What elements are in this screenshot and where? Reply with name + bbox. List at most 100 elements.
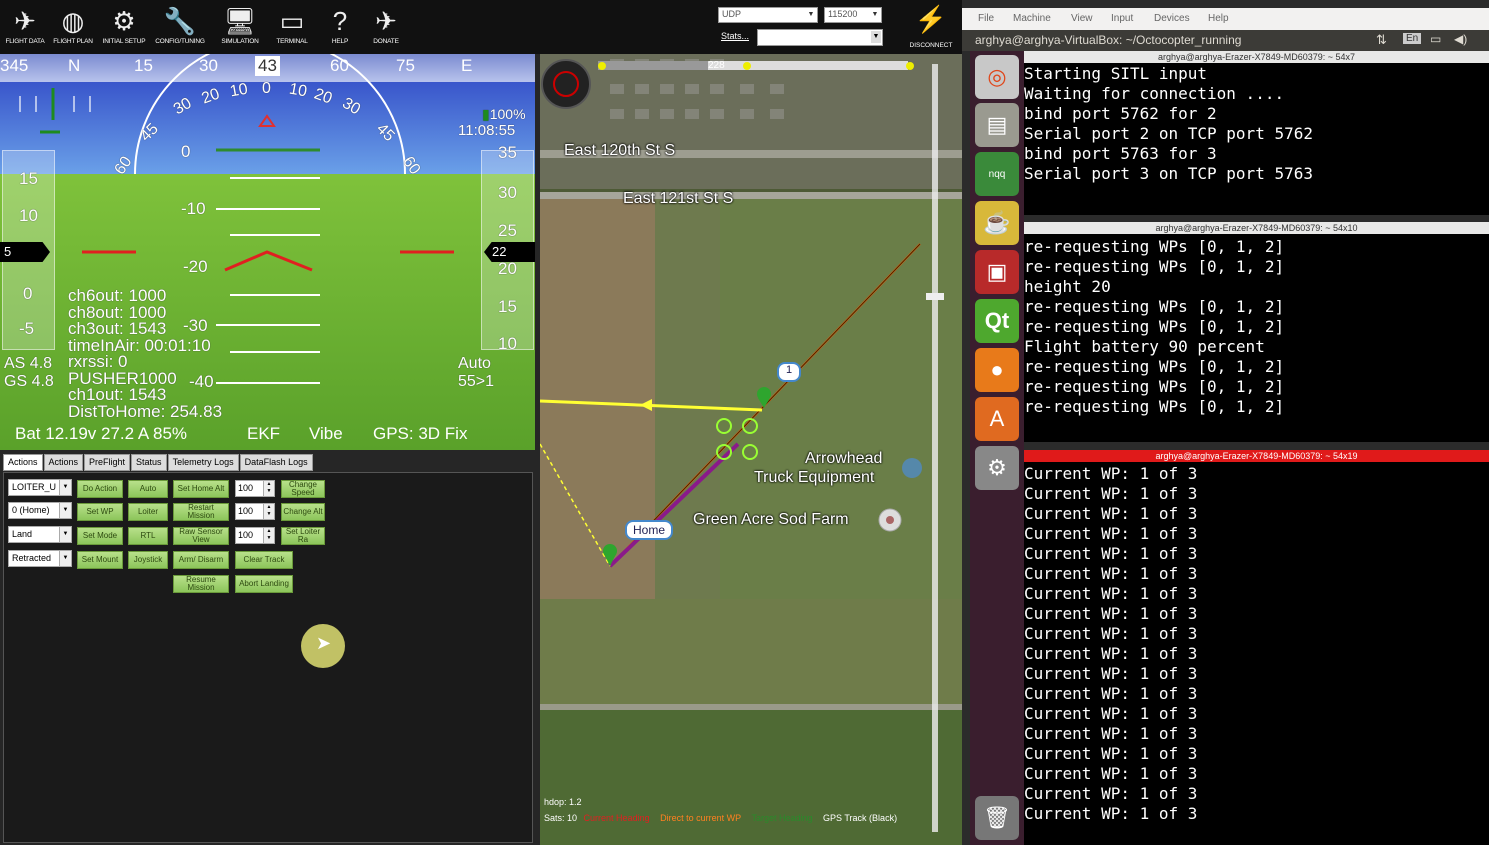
terminal-window-2[interactable]: arghya@arghya-Erazer-X7849-MD60379: ~ 54… — [1024, 222, 1489, 442]
auto-button[interactable]: Auto — [128, 480, 168, 498]
flight-data-button[interactable]: ✈ FLIGHT DATA — [0, 0, 50, 54]
menu-input[interactable]: Input — [1111, 13, 1133, 24]
flight-plan-button[interactable]: ◍ FLIGHT PLAN — [48, 0, 98, 54]
home-marker[interactable]: Home — [625, 520, 674, 540]
tab-status[interactable]: Status — [131, 454, 167, 471]
tab-actions-2[interactable]: Actions — [43, 454, 84, 471]
resume-mission-button[interactable]: Resume Mission — [173, 575, 229, 593]
change-speed-button[interactable]: Change Speed — [281, 480, 325, 498]
speed-readout: 5 — [0, 242, 50, 262]
terminal-line: re-requesting WPs [0, 1, 2] — [1024, 257, 1285, 276]
terminal-line: re-requesting WPs [0, 1, 2] — [1024, 397, 1285, 416]
menu-devices[interactable]: Devices — [1154, 13, 1190, 24]
globe-icon: ◍ — [61, 5, 85, 36]
tab-telemetry-logs[interactable]: Telemetry Logs — [167, 454, 239, 471]
stats-select[interactable]: ▼ — [757, 29, 883, 46]
donate-icon: ✈ — [375, 5, 397, 36]
files-icon[interactable]: ▤ — [975, 103, 1019, 147]
set-wp-button[interactable]: Set WP — [77, 503, 123, 521]
terminal-window-3[interactable]: arghya@arghya-Erazer-X7849-MD60379: ~ 54… — [1024, 450, 1489, 845]
loiter-radius-stepper[interactable]: 100 ▲ ▼ — [235, 527, 275, 544]
tab-preflight[interactable]: PreFlight — [84, 454, 131, 471]
place-label: Green Acre Sod Farm — [693, 511, 849, 528]
settings-icon[interactable]: ⚙ — [975, 446, 1019, 490]
joystick-button[interactable]: Joystick — [128, 551, 168, 569]
stats-link[interactable]: Stats... — [721, 31, 749, 41]
alt-tick: 35 — [498, 143, 517, 162]
baud-rate-select[interactable]: 115200 ▼ — [824, 7, 882, 23]
street-label: East 120th St S — [564, 142, 676, 159]
disconnect-button[interactable]: ⚡ DISCONNECT — [906, 4, 956, 54]
do-action-button[interactable]: Do Action — [77, 480, 123, 498]
mode-select[interactable]: Land ▼ — [8, 526, 72, 543]
map-view[interactable]: 228 East 120th St S East 121st St S Arro… — [540, 54, 962, 845]
tab-dataflash-logs[interactable]: DataFlash Logs — [239, 454, 313, 471]
speed-tick: 0 — [23, 284, 33, 303]
software-center-icon[interactable]: A — [975, 397, 1019, 441]
volume-icon[interactable]: ◀) — [1454, 32, 1467, 46]
raw-sensor-view-button[interactable]: Raw Sensor View — [173, 527, 229, 545]
set-mode-button[interactable]: Set Mode — [77, 527, 123, 545]
menu-view[interactable]: View — [1071, 13, 1093, 24]
clear-track-button[interactable]: Clear Track — [235, 551, 293, 569]
stepper-arrows-icon: ▲ ▼ — [263, 504, 274, 519]
set-home-alt-button[interactable]: Set Home Alt — [173, 480, 229, 498]
monitor-icon: 🖥 — [223, 5, 257, 36]
teapot-icon[interactable]: ☕ — [975, 201, 1019, 245]
menu-file[interactable]: File — [978, 13, 994, 24]
waypoint-select[interactable]: 0 (Home) ▼ — [8, 502, 72, 519]
mount-select[interactable]: Retracted ▼ — [8, 550, 72, 567]
battery-icon[interactable]: ▭ — [1430, 32, 1441, 46]
terminal-line: Current WP: 1 of 3 — [1024, 564, 1198, 583]
speed-tick: 10 — [19, 206, 38, 225]
terminal-line: re-requesting WPs [0, 1, 2] — [1024, 357, 1285, 376]
action-tabs: Actions Actions PreFlight Status Telemet… — [3, 454, 314, 471]
terminal-line: Current WP: 1 of 3 — [1024, 544, 1198, 563]
place-label: Truck Equipment — [754, 469, 875, 486]
terminal-line: Current WP: 1 of 3 — [1024, 624, 1198, 643]
speed-stepper[interactable]: 100 ▲ ▼ — [235, 480, 275, 497]
abort-landing-button[interactable]: Abort Landing — [235, 575, 293, 593]
terminal-line: Serial port 3 on TCP port 5763 — [1024, 164, 1313, 183]
waypoint-label: 55>1 — [458, 373, 495, 390]
rtl-button[interactable]: RTL — [128, 527, 168, 545]
arm-disarm-button[interactable]: Arm/ Disarm — [173, 551, 229, 569]
restart-mission-button[interactable]: Restart Mission — [173, 503, 229, 521]
tab-actions[interactable]: Actions — [3, 454, 43, 471]
trash-icon[interactable]: 🗑 — [975, 796, 1019, 840]
set-loiter-radius-button[interactable]: Set Loiter Ra — [281, 527, 325, 545]
altitude-stepper[interactable]: 100 ▲ ▼ — [235, 503, 275, 520]
ubuntu-dash-icon[interactable]: ◎ — [975, 55, 1019, 99]
donate-button[interactable]: ✈ DONATE — [361, 0, 411, 54]
terminal-window-1[interactable]: arghya@arghya-Erazer-X7849-MD60379: ~ 54… — [1024, 51, 1489, 215]
system-monitor-icon[interactable]: ▣ — [975, 250, 1019, 294]
actions-content: LOITER_U ▼ 0 (Home) ▼ Land ▼ Retracted ▼ Do … — [3, 472, 533, 843]
terminal-line: Starting SITL input — [1024, 64, 1208, 83]
terminal-line: re-requesting WPs [0, 1, 2] — [1024, 297, 1285, 316]
ubuntu-top-panel: arghya@arghya-VirtualBox: ~/Octocopter_r… — [962, 30, 1489, 51]
language-indicator[interactable]: En — [1403, 33, 1422, 44]
menu-machine[interactable]: Machine — [1013, 13, 1051, 24]
connection-type-select[interactable]: UDP ▼ — [718, 7, 818, 23]
loiter-button[interactable]: Loiter — [128, 503, 168, 521]
signal-bars-icon: ▮ — [482, 106, 490, 122]
help-button[interactable]: ? HELP — [315, 0, 365, 54]
pitch-line — [230, 177, 320, 179]
action-select[interactable]: LOITER_U ▼ — [8, 479, 72, 496]
terminal-button[interactable]: ▭ TERMINAL — [267, 0, 317, 54]
initial-setup-button[interactable]: ⚙ INITIAL SETUP — [99, 0, 149, 54]
chevron-down-icon: ▼ — [59, 527, 71, 542]
menu-help[interactable]: Help — [1208, 13, 1229, 24]
set-mount-button[interactable]: Set Mount — [77, 551, 123, 569]
sort-icon[interactable]: ⇅ — [1376, 32, 1387, 48]
qt-creator-icon[interactable]: Qt — [975, 299, 1019, 343]
gps-status: GPS: 3D Fix — [373, 424, 468, 443]
firefox-icon[interactable]: ● — [975, 348, 1019, 392]
change-alt-button[interactable]: Change Alt — [281, 503, 325, 521]
pitch-line — [230, 294, 320, 296]
waypoint-marker[interactable]: 1 — [777, 362, 801, 382]
nqq-icon[interactable]: nqq — [975, 152, 1019, 196]
simulation-button[interactable]: 🖥 SIMULATION — [215, 0, 265, 54]
config-tuning-button[interactable]: 🔧 CONFIG/TUNING — [155, 0, 205, 54]
ubuntu-launcher: ◎ ▤ nqq ☕ ▣ Qt ● A ⚙ 🗑 — [970, 51, 1024, 845]
